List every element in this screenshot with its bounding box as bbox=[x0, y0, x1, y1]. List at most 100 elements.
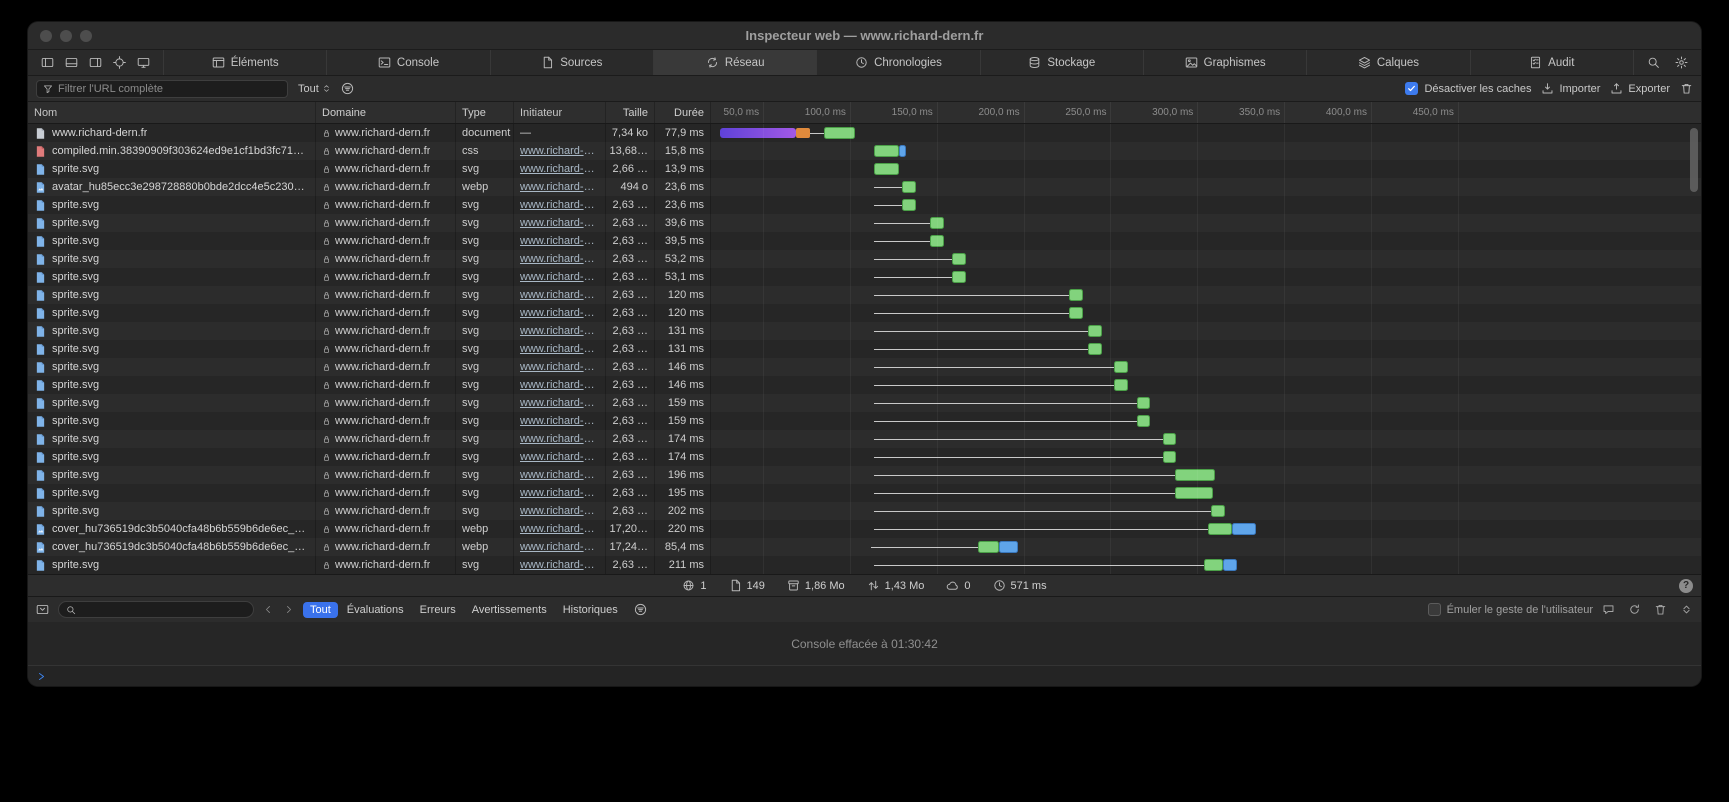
network-row[interactable]: sprite.svgwww.richard-dern.frsvgwww.rich… bbox=[28, 196, 1701, 214]
network-row[interactable]: sprite.svgwww.richard-dern.frsvgwww.rich… bbox=[28, 466, 1701, 484]
emulate-user-gesture-toggle[interactable]: Émuler le geste de l'utilisateur bbox=[1428, 603, 1593, 616]
tab-audit[interactable]: Audit bbox=[1470, 50, 1633, 75]
column-header-nom[interactable]: Nom bbox=[28, 102, 316, 123]
column-header-taille[interactable]: Taille bbox=[606, 102, 655, 123]
request-initiator-link[interactable]: www.richard-d… bbox=[520, 523, 599, 535]
network-row[interactable]: sprite.svgwww.richard-dern.frsvgwww.rich… bbox=[28, 286, 1701, 304]
previous-result-button[interactable] bbox=[263, 604, 274, 615]
console-filter-icon[interactable] bbox=[634, 603, 647, 616]
tab-timelines[interactable]: Chronologies bbox=[816, 50, 979, 75]
tab-layers[interactable]: Calques bbox=[1306, 50, 1469, 75]
network-row[interactable]: sprite.svgwww.richard-dern.frsvgwww.rich… bbox=[28, 556, 1701, 574]
network-row[interactable]: sprite.svgwww.richard-dern.frsvgwww.rich… bbox=[28, 304, 1701, 322]
device-settings-button[interactable] bbox=[137, 56, 150, 69]
network-row[interactable]: sprite.svgwww.richard-dern.frsvgwww.rich… bbox=[28, 484, 1701, 502]
request-initiator-link[interactable]: www.richard-d… bbox=[520, 199, 599, 211]
request-initiator-link[interactable]: www.richard-d… bbox=[520, 541, 599, 553]
request-initiator-link[interactable]: www.richard-d… bbox=[520, 163, 599, 175]
console-search-input[interactable] bbox=[80, 604, 246, 616]
request-initiator-link[interactable]: www.richard-d… bbox=[520, 145, 599, 157]
console-scope-evaluations[interactable]: Évaluations bbox=[340, 602, 411, 618]
request-initiator-link[interactable]: www.richard-d… bbox=[520, 505, 599, 517]
network-row[interactable]: sprite.svgwww.richard-dern.frsvgwww.rich… bbox=[28, 322, 1701, 340]
network-row[interactable]: sprite.svgwww.richard-dern.frsvgwww.rich… bbox=[28, 430, 1701, 448]
url-filter-field[interactable] bbox=[36, 80, 288, 98]
console-messages-icon[interactable] bbox=[1602, 603, 1615, 616]
console-scope-avertissements[interactable]: Avertissements bbox=[465, 602, 554, 618]
zoom-window-button[interactable] bbox=[80, 30, 92, 42]
expand-console-icon[interactable] bbox=[1680, 603, 1693, 616]
clear-network-items-trash-icon[interactable] bbox=[1680, 82, 1693, 95]
request-initiator-link[interactable]: www.richard-d… bbox=[520, 559, 599, 571]
request-initiator-link[interactable]: www.richard-d… bbox=[520, 379, 599, 391]
disable-caches-toggle[interactable]: Désactiver les caches bbox=[1405, 82, 1531, 95]
request-initiator-link[interactable]: www.richard-d… bbox=[520, 343, 599, 355]
console-scope-tout[interactable]: Tout bbox=[303, 602, 338, 618]
request-initiator-link[interactable]: www.richard-d… bbox=[520, 415, 599, 427]
filter-options-icon[interactable] bbox=[341, 82, 354, 95]
network-row[interactable]: sprite.svgwww.richard-dern.frsvgwww.rich… bbox=[28, 394, 1701, 412]
network-row[interactable]: cover_hu736519dc3b5040cfa48b6b559b6de6ec… bbox=[28, 538, 1701, 556]
disable-caches-checkbox[interactable] bbox=[1405, 82, 1418, 95]
tab-console[interactable]: Console bbox=[326, 50, 489, 75]
column-header-domaine[interactable]: Domaine bbox=[316, 102, 456, 123]
network-row[interactable]: sprite.svgwww.richard-dern.frsvgwww.rich… bbox=[28, 340, 1701, 358]
tab-elements[interactable]: Éléments bbox=[163, 50, 326, 75]
network-row[interactable]: cover_hu736519dc3b5040cfa48b6b559b6de6ec… bbox=[28, 520, 1701, 538]
request-initiator-link[interactable]: www.richard-d… bbox=[520, 361, 599, 373]
column-header-duree[interactable]: Durée bbox=[655, 102, 711, 123]
tab-network[interactable]: Réseau bbox=[653, 50, 816, 75]
console-search-field[interactable] bbox=[58, 601, 254, 618]
url-filter-input[interactable] bbox=[58, 83, 281, 95]
console-pane-icon[interactable] bbox=[36, 603, 49, 616]
network-row[interactable]: sprite.svgwww.richard-dern.frsvgwww.rich… bbox=[28, 232, 1701, 250]
network-row[interactable]: www.richard-dern.frwww.richard-dern.frdo… bbox=[28, 124, 1701, 142]
network-row[interactable]: avatar_hu85ecc3e298728880b0bde2dcc4e5c23… bbox=[28, 178, 1701, 196]
network-row[interactable]: sprite.svgwww.richard-dern.frsvgwww.rich… bbox=[28, 268, 1701, 286]
network-row[interactable]: compiled.min.38390909f303624ed9e1cf1bd3f… bbox=[28, 142, 1701, 160]
help-button[interactable]: ? bbox=[1679, 579, 1693, 593]
request-initiator-link[interactable]: www.richard-d… bbox=[520, 433, 599, 445]
network-row[interactable]: sprite.svgwww.richard-dern.frsvgwww.rich… bbox=[28, 376, 1701, 394]
toggle-bottom-panel-button[interactable] bbox=[65, 56, 78, 69]
request-initiator-link[interactable]: www.richard-d… bbox=[520, 271, 599, 283]
toggle-left-sidebar-button[interactable] bbox=[41, 56, 54, 69]
toolbar-search-button[interactable] bbox=[1647, 56, 1660, 69]
clear-console-trash-icon[interactable] bbox=[1654, 603, 1667, 616]
network-row[interactable]: sprite.svgwww.richard-dern.frsvgwww.rich… bbox=[28, 250, 1701, 268]
request-initiator-link[interactable]: www.richard-d… bbox=[520, 253, 599, 265]
console-scope-erreurs[interactable]: Erreurs bbox=[413, 602, 463, 618]
request-initiator-link[interactable]: www.richard-d… bbox=[520, 307, 599, 319]
column-header-type[interactable]: Type bbox=[456, 102, 514, 123]
console-scope-historiques[interactable]: Historiques bbox=[556, 602, 625, 618]
network-row[interactable]: sprite.svgwww.richard-dern.frsvgwww.rich… bbox=[28, 448, 1701, 466]
request-initiator-link[interactable]: www.richard-d… bbox=[520, 469, 599, 481]
network-row[interactable]: sprite.svgwww.richard-dern.frsvgwww.rich… bbox=[28, 160, 1701, 178]
request-initiator-link[interactable]: www.richard-d… bbox=[520, 217, 599, 229]
column-header-initiateur[interactable]: Initiateur bbox=[514, 102, 606, 123]
vertical-scrollbar[interactable] bbox=[1690, 128, 1698, 192]
network-row[interactable]: sprite.svgwww.richard-dern.frsvgwww.rich… bbox=[28, 358, 1701, 376]
import-button[interactable]: Importer bbox=[1541, 82, 1600, 95]
network-row[interactable]: sprite.svgwww.richard-dern.frsvgwww.rich… bbox=[28, 214, 1701, 232]
minimize-window-button[interactable] bbox=[60, 30, 72, 42]
reload-icon[interactable] bbox=[1628, 603, 1641, 616]
request-initiator-link[interactable]: www.richard-d… bbox=[520, 451, 599, 463]
export-button[interactable]: Exporter bbox=[1610, 82, 1670, 95]
toggle-right-sidebar-button[interactable] bbox=[89, 56, 102, 69]
element-picker-button[interactable] bbox=[113, 56, 126, 69]
emulate-user-gesture-checkbox[interactable] bbox=[1428, 603, 1441, 616]
close-window-button[interactable] bbox=[40, 30, 52, 42]
request-initiator-link[interactable]: www.richard-d… bbox=[520, 487, 599, 499]
resource-type-select[interactable]: Tout bbox=[298, 83, 331, 95]
request-initiator-link[interactable]: www.richard-d… bbox=[520, 289, 599, 301]
request-initiator-link[interactable]: www.richard-d… bbox=[520, 181, 599, 193]
tab-sources[interactable]: Sources bbox=[490, 50, 653, 75]
settings-button[interactable] bbox=[1675, 56, 1688, 69]
request-initiator-link[interactable]: www.richard-d… bbox=[520, 397, 599, 409]
console-prompt[interactable] bbox=[28, 666, 1701, 686]
request-initiator-link[interactable]: www.richard-d… bbox=[520, 325, 599, 337]
network-row[interactable]: sprite.svgwww.richard-dern.frsvgwww.rich… bbox=[28, 412, 1701, 430]
tab-storage[interactable]: Stockage bbox=[980, 50, 1143, 75]
request-initiator-link[interactable]: www.richard-d… bbox=[520, 235, 599, 247]
